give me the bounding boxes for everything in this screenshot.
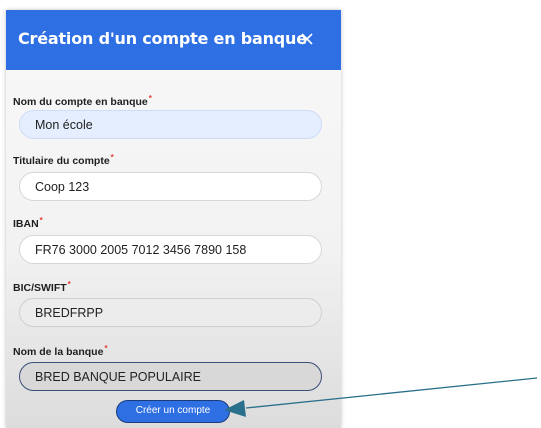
account-name-value: Mon école [35,118,93,132]
create-account-button[interactable]: Créer un compte [116,400,230,423]
account-holder-value: Coop 123 [35,180,90,194]
account-name-label: Nom du compte en banque* [13,94,152,108]
bic-swift-label: BIC/SWIFT* [13,280,71,294]
account-holder-input[interactable]: Coop 123 [19,172,322,201]
bic-swift-value: BREDFRPP [35,306,104,320]
iban-value: FR76 3000 2005 7012 3456 7890 158 [35,243,247,257]
dialog-header: Création d'un compte en banque [6,10,341,70]
dialog-title: Création d'un compte en banque [18,29,307,48]
bic-swift-input[interactable]: BREDFRPP [19,298,322,327]
close-icon[interactable] [296,28,318,50]
create-bank-account-dialog: Création d'un compte en banque Nom du co… [6,10,341,428]
account-holder-label: Titulaire du compte* [13,153,114,167]
iban-label: IBAN* [13,216,43,230]
bank-name-input[interactable]: BRED BANQUE POPULAIRE [19,362,322,391]
dialog-body: Nom du compte en banque* Mon école Titul… [6,70,341,428]
iban-input[interactable]: FR76 3000 2005 7012 3456 7890 158 [19,235,322,264]
bank-name-value: BRED BANQUE POPULAIRE [35,370,202,384]
bank-name-label: Nom de la banque* [13,344,108,358]
account-name-input[interactable]: Mon école [19,110,322,139]
